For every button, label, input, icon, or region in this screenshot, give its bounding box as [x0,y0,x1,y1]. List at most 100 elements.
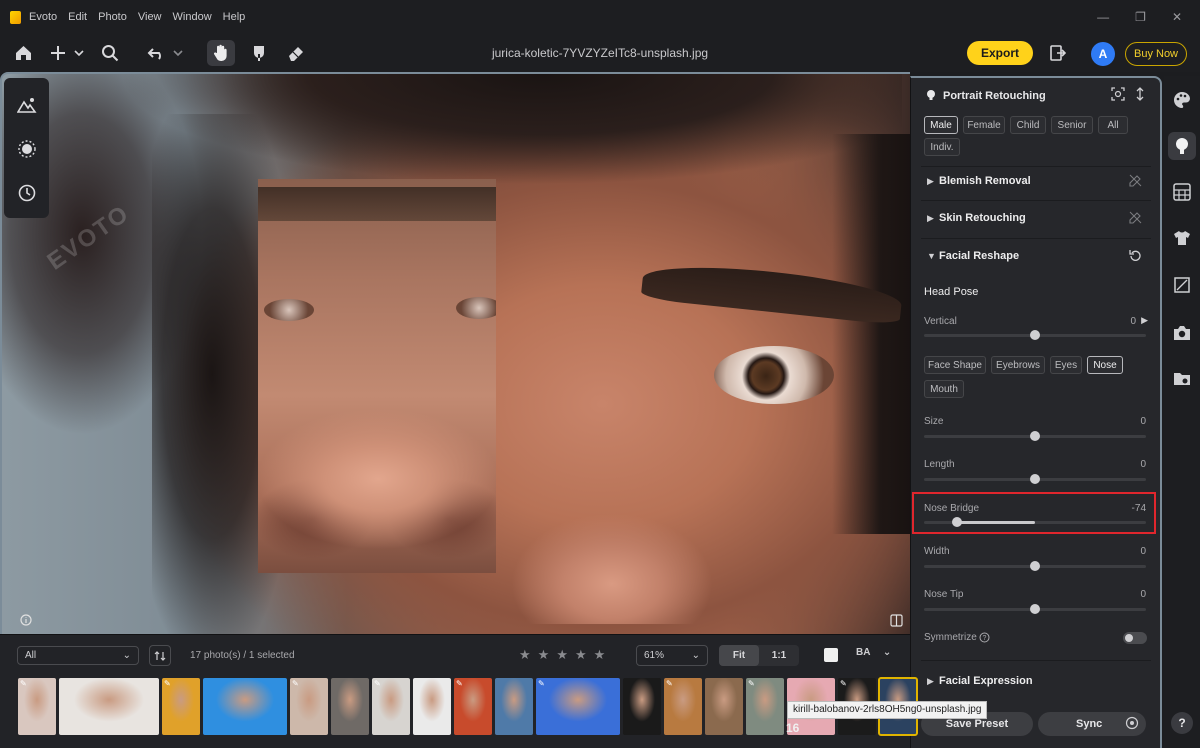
chip-individual[interactable]: Indiv. [924,138,960,156]
crop-icon[interactable] [1172,275,1192,295]
star-icon[interactable]: ★ [594,647,606,663]
chevron-down-icon[interactable]: ⌄ [883,647,891,658]
avatar[interactable]: A [1091,42,1115,66]
restore-icon[interactable]: ❐ [1135,10,1146,24]
reset-icon[interactable] [1129,249,1142,265]
photo-filter-select[interactable]: All ⌄ [17,646,139,665]
play-icon[interactable]: ▶ [1141,315,1148,326]
chip-mouth[interactable]: Mouth [924,380,964,398]
face-select-icon[interactable] [1111,87,1125,104]
chevron-down-icon: ⌄ [691,650,700,661]
caret-right-icon[interactable]: ▶ [927,213,934,224]
palette-icon[interactable] [1172,90,1192,110]
photo-thumbnail[interactable] [331,678,369,735]
chip-nose[interactable]: Nose [1087,356,1123,374]
caret-right-icon[interactable]: ▶ [927,676,934,687]
portrait-icon[interactable] [1168,132,1196,160]
sort-button[interactable] [149,645,171,666]
symmetrize-toggle[interactable] [1123,632,1147,644]
star-icon[interactable]: ★ [538,647,550,663]
chip-eyebrows[interactable]: Eyebrows [991,356,1045,374]
nose-tip-slider[interactable] [924,604,1146,614]
zoom-select[interactable]: 61% ⌄ [636,645,708,666]
photo-thumbnail[interactable] [623,678,661,735]
photo-thumbnail[interactable] [705,678,743,735]
mask-circle-icon[interactable] [16,138,38,160]
vertical-value: 0 [1130,316,1136,327]
eraser-edit-icon[interactable] [1129,174,1142,190]
vertical-label: Vertical [924,316,957,327]
chip-eyes[interactable]: Eyes [1050,356,1082,374]
photo-thumbnail[interactable] [203,678,287,735]
menu-photo[interactable]: Photo [98,11,127,23]
export-button[interactable]: Export [967,41,1033,65]
menu-edit[interactable]: Edit [68,11,87,23]
section-facial-expression[interactable]: Facial Expression [939,675,1033,687]
split-view-icon[interactable] [890,614,903,630]
photo-thumbnail[interactable]: ✎ [18,678,56,735]
star-icon[interactable]: ★ [575,647,587,663]
photo-thumbnail[interactable] [59,678,159,735]
section-facial-reshape[interactable]: Facial Reshape [939,250,1019,262]
info-icon[interactable] [20,614,32,629]
stack-count-badge: 16 [786,721,800,735]
close-icon[interactable]: ✕ [1172,10,1182,24]
chip-all[interactable]: All [1098,116,1128,134]
menu-view[interactable]: View [138,11,162,23]
chip-male[interactable]: Male [924,116,958,134]
size-value: 0 [1140,416,1146,427]
nose-bridge-slider[interactable] [924,517,1146,527]
photo-thumbnail[interactable] [495,678,533,735]
background-toggle-button[interactable] [824,648,838,662]
photo-count: 17 photo(s) / 1 selected [190,650,295,661]
size-label: Size [924,416,944,427]
nose-tip-label: Nose Tip [924,589,964,600]
chip-senior[interactable]: Senior [1051,116,1093,134]
camera-icon[interactable] [1172,323,1192,343]
grid-filter-icon[interactable] [1172,182,1192,202]
star-rating[interactable]: ★ ★ ★ ★ ★ [519,647,605,663]
minimize-icon[interactable]: — [1097,10,1109,24]
photo-thumbnail[interactable] [413,678,451,735]
filmstrip: All ⌄ 17 photo(s) / 1 selected ★ ★ ★ ★ ★… [0,634,988,748]
photo-thumbnail[interactable]: ✎ [372,678,410,735]
folder-eye-icon[interactable] [1172,369,1192,389]
shirt-icon[interactable] [1172,228,1192,248]
chip-face-shape[interactable]: Face Shape [924,356,986,374]
caret-down-icon[interactable]: ▼ [927,251,936,261]
sync-arrows-icon[interactable] [1135,87,1145,104]
adjust-mountain-icon[interactable] [16,94,38,116]
help-circle-icon[interactable]: ? [979,632,990,646]
section-blemish-removal[interactable]: Blemish Removal [939,175,1031,187]
edited-mark-icon: ✎ [538,679,545,688]
fit-button[interactable]: Fit [719,645,759,666]
length-slider[interactable] [924,474,1146,484]
eraser-edit-icon[interactable] [1129,211,1142,227]
chip-child[interactable]: Child [1010,116,1046,134]
help-button[interactable]: ? [1171,712,1193,734]
share-exit-icon[interactable] [1047,42,1069,64]
sync-settings-icon[interactable] [1125,716,1139,733]
menu-help[interactable]: Help [223,11,246,23]
section-skin-retouching[interactable]: Skin Retouching [939,212,1026,224]
vertical-slider[interactable] [924,330,1146,340]
size-slider[interactable] [924,431,1146,441]
before-compare-box[interactable] [258,179,496,573]
menu-window[interactable]: Window [173,11,212,23]
photo-thumbnail[interactable]: ✎ [664,678,702,735]
history-icon[interactable] [16,182,38,204]
buy-now-button[interactable]: Buy Now [1125,42,1187,66]
photo-thumbnail[interactable]: ✎ [536,678,620,735]
photo-thumbnail[interactable]: ✎ [162,678,200,735]
one-to-one-button[interactable]: 1:1 [759,645,799,666]
width-slider[interactable] [924,561,1146,571]
photo-thumbnail[interactable]: ✎ [290,678,328,735]
photo-thumbnail[interactable]: ✎ [454,678,492,735]
photo-thumbnail[interactable]: ✎ [746,678,784,735]
star-icon[interactable]: ★ [556,647,568,663]
chip-female[interactable]: Female [963,116,1005,134]
caret-right-icon[interactable]: ▶ [927,176,934,187]
photo-canvas[interactable]: EVOTO [0,72,910,634]
star-icon[interactable]: ★ [519,647,531,663]
before-after-button[interactable]: BA ⌄ [856,647,891,658]
